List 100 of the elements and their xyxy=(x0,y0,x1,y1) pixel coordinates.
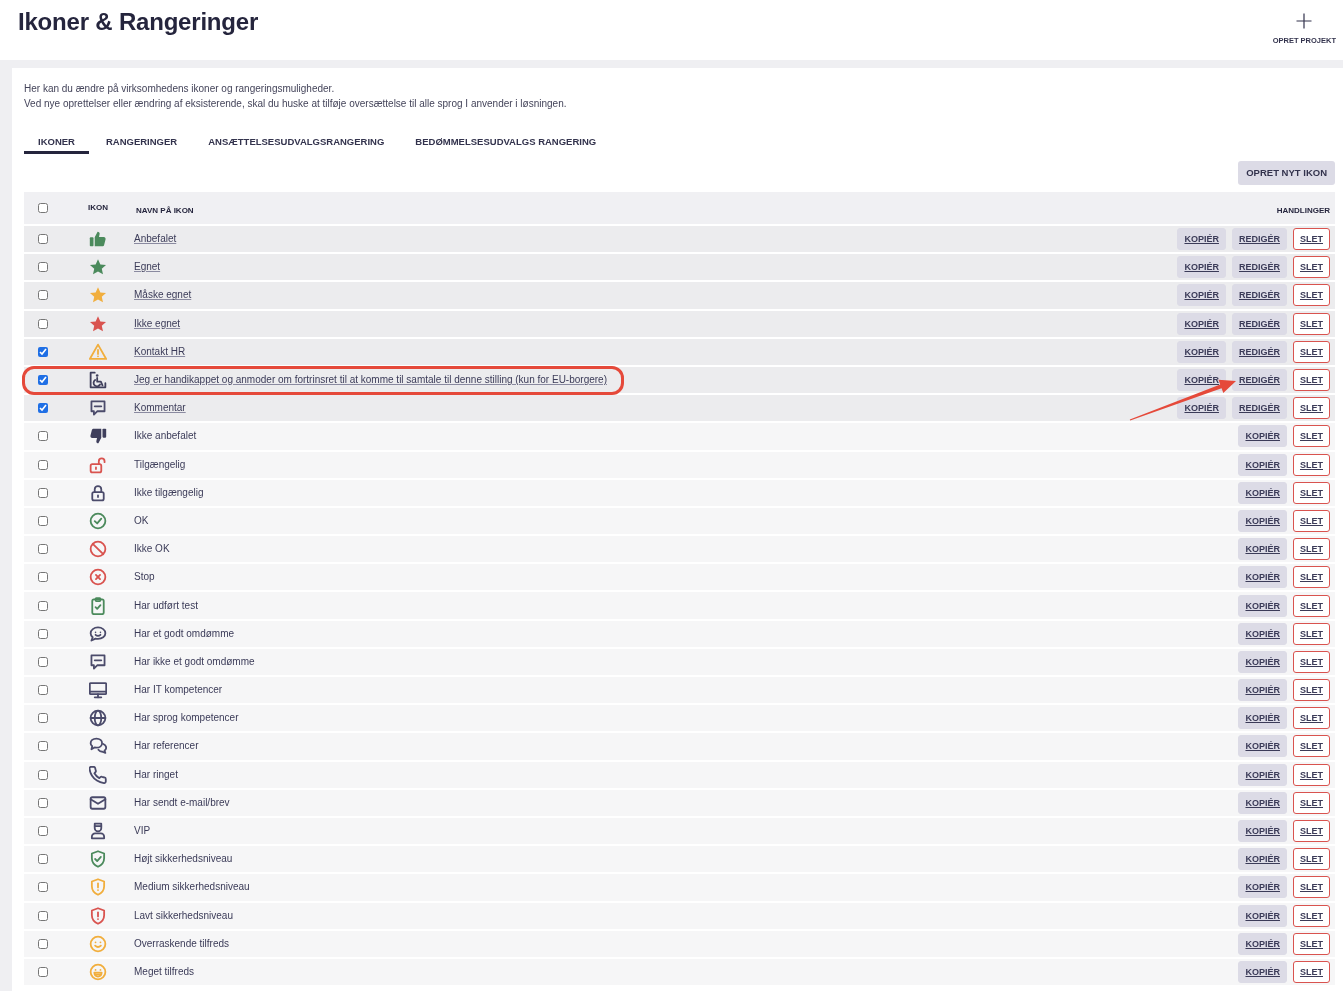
delete-button[interactable]: SLET xyxy=(1293,876,1330,899)
copy-button[interactable]: KOPIÉR xyxy=(1238,509,1287,532)
delete-button[interactable]: SLET xyxy=(1293,650,1330,673)
tab[interactable]: ANSÆTTELSESUDVALGSRANGERING xyxy=(194,133,399,154)
copy-button[interactable]: KOPIÉR xyxy=(1238,876,1287,899)
row-checkbox[interactable] xyxy=(38,572,48,583)
row-checkbox[interactable] xyxy=(38,769,48,780)
copy-button[interactable]: KOPIÉR xyxy=(1238,904,1287,927)
icon-name-link[interactable]: Ikke egnet xyxy=(134,316,181,331)
delete-button[interactable]: SLET xyxy=(1293,425,1330,448)
copy-button[interactable]: KOPIÉR xyxy=(1238,679,1287,702)
delete-button[interactable]: SLET xyxy=(1293,481,1330,504)
copy-button[interactable]: KOPIÉR xyxy=(1238,566,1287,589)
row-checkbox[interactable] xyxy=(38,290,48,301)
copy-button[interactable]: KOPIÉR xyxy=(1238,453,1287,476)
edit-button[interactable]: REDIGÉR xyxy=(1231,228,1287,251)
edit-button[interactable]: REDIGÉR xyxy=(1231,397,1287,420)
delete-button[interactable]: SLET xyxy=(1293,453,1330,476)
tab[interactable]: RANGERINGER xyxy=(91,133,192,154)
copy-button[interactable]: KOPIÉR xyxy=(1238,481,1287,504)
row-checkbox[interactable] xyxy=(38,431,48,442)
delete-button[interactable]: SLET xyxy=(1293,397,1330,420)
copy-button[interactable]: KOPIÉR xyxy=(1238,650,1287,673)
edit-button[interactable]: REDIGÉR xyxy=(1231,284,1287,307)
select-all-checkbox[interactable] xyxy=(38,203,48,213)
row-checkbox[interactable] xyxy=(38,318,48,329)
copy-button[interactable]: KOPIÉR xyxy=(1238,538,1287,561)
row-checkbox[interactable] xyxy=(38,966,48,977)
tab[interactable]: IKONER xyxy=(24,133,89,154)
row-checkbox[interactable] xyxy=(38,713,48,724)
row-checkbox[interactable] xyxy=(38,375,48,386)
row-checkbox[interactable] xyxy=(38,262,48,273)
copy-button[interactable]: KOPIÉR xyxy=(1177,256,1226,279)
icon-name-link[interactable]: Kommentar xyxy=(134,401,186,416)
row-checkbox[interactable] xyxy=(38,234,48,245)
row-checkbox[interactable] xyxy=(38,656,48,667)
copy-button[interactable]: KOPIÉR xyxy=(1177,228,1226,251)
row-checkbox[interactable] xyxy=(38,882,48,893)
row-checkbox[interactable] xyxy=(38,741,48,752)
copy-button[interactable]: KOPIÉR xyxy=(1238,791,1287,814)
delete-button[interactable]: SLET xyxy=(1293,707,1330,730)
row-checkbox[interactable] xyxy=(38,346,48,357)
copy-button[interactable]: KOPIÉR xyxy=(1238,425,1287,448)
delete-button[interactable]: SLET xyxy=(1293,904,1330,927)
delete-button[interactable]: SLET xyxy=(1293,679,1330,702)
delete-button[interactable]: SLET xyxy=(1293,960,1330,983)
icon-name-link[interactable]: Jeg er handikappet og anmoder om fortrinsret til at komme til samtale til denne stilling (kun for EU-borgere) xyxy=(134,373,607,388)
copy-button[interactable]: KOPIÉR xyxy=(1238,960,1287,983)
delete-button[interactable]: SLET xyxy=(1293,369,1330,392)
delete-button[interactable]: SLET xyxy=(1293,763,1330,786)
copy-button[interactable]: KOPIÉR xyxy=(1177,284,1226,307)
copy-button[interactable]: KOPIÉR xyxy=(1238,848,1287,871)
copy-button[interactable]: KOPIÉR xyxy=(1177,340,1226,363)
edit-button[interactable]: REDIGÉR xyxy=(1231,256,1287,279)
row-checkbox[interactable] xyxy=(38,938,48,949)
delete-button[interactable]: SLET xyxy=(1293,848,1330,871)
delete-button[interactable]: SLET xyxy=(1293,622,1330,645)
icon-name-link[interactable]: Kontakt HR xyxy=(134,344,186,359)
copy-button[interactable]: KOPIÉR xyxy=(1238,735,1287,758)
row-checkbox[interactable] xyxy=(38,544,48,555)
copy-button[interactable]: KOPIÉR xyxy=(1238,932,1287,955)
tab[interactable]: BEDØMMELSESUDVALGS RANGERING xyxy=(401,133,611,154)
edit-button[interactable]: REDIGÉR xyxy=(1231,369,1287,392)
delete-button[interactable]: SLET xyxy=(1293,932,1330,955)
delete-button[interactable]: SLET xyxy=(1293,820,1330,843)
copy-button[interactable]: KOPIÉR xyxy=(1177,397,1226,420)
copy-button[interactable]: KOPIÉR xyxy=(1238,763,1287,786)
delete-button[interactable]: SLET xyxy=(1293,791,1330,814)
row-checkbox[interactable] xyxy=(38,459,48,470)
delete-button[interactable]: SLET xyxy=(1293,312,1330,335)
icon-name-link[interactable]: Anbefalet xyxy=(134,232,177,247)
row-checkbox[interactable] xyxy=(38,600,48,611)
create-icon-button[interactable]: OPRET NYT IKON xyxy=(1238,161,1335,185)
delete-button[interactable]: SLET xyxy=(1293,735,1330,758)
row-checkbox[interactable] xyxy=(38,854,48,865)
copy-button[interactable]: KOPIÉR xyxy=(1238,622,1287,645)
row-checkbox[interactable] xyxy=(38,628,48,639)
delete-button[interactable]: SLET xyxy=(1293,228,1330,251)
icon-name-link[interactable]: Måske egnet xyxy=(134,288,192,303)
delete-button[interactable]: SLET xyxy=(1293,509,1330,532)
copy-button[interactable]: KOPIÉR xyxy=(1238,707,1287,730)
row-checkbox[interactable] xyxy=(38,910,48,921)
delete-button[interactable]: SLET xyxy=(1293,566,1330,589)
delete-button[interactable]: SLET xyxy=(1293,538,1330,561)
row-checkbox[interactable] xyxy=(38,515,48,526)
row-checkbox[interactable] xyxy=(38,797,48,808)
delete-button[interactable]: SLET xyxy=(1293,284,1330,307)
delete-button[interactable]: SLET xyxy=(1293,256,1330,279)
edit-button[interactable]: REDIGÉR xyxy=(1231,312,1287,335)
delete-button[interactable]: SLET xyxy=(1293,340,1330,363)
delete-button[interactable]: SLET xyxy=(1293,594,1330,617)
copy-button[interactable]: KOPIÉR xyxy=(1238,820,1287,843)
icon-name-link[interactable]: Egnet xyxy=(134,260,161,275)
copy-button[interactable]: KOPIÉR xyxy=(1177,312,1226,335)
row-checkbox[interactable] xyxy=(38,403,48,414)
copy-button[interactable]: KOPIÉR xyxy=(1177,369,1226,392)
copy-button[interactable]: KOPIÉR xyxy=(1238,594,1287,617)
row-checkbox[interactable] xyxy=(38,826,48,837)
row-checkbox[interactable] xyxy=(38,685,48,696)
row-checkbox[interactable] xyxy=(38,487,48,498)
